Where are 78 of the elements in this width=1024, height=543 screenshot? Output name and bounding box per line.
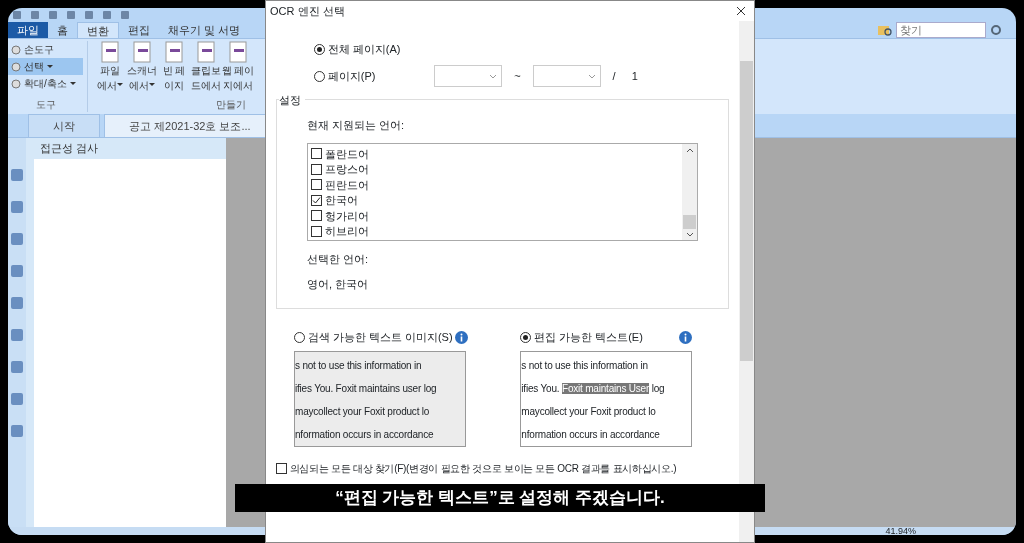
language-item[interactable]: 히브리어 bbox=[311, 223, 679, 239]
option-label: 전체 페이지(A) bbox=[327, 41, 401, 57]
create-button[interactable]: 클립보 드에서 bbox=[190, 41, 222, 93]
scrollbar[interactable] bbox=[682, 144, 697, 240]
document-icon bbox=[226, 41, 250, 63]
list-label: 현재 지원되는 언어: bbox=[307, 117, 406, 133]
chevron-up-icon[interactable] bbox=[685, 148, 694, 153]
radio-button[interactable] bbox=[520, 331, 532, 343]
scrollbar-thumb[interactable] bbox=[740, 61, 753, 361]
create-button[interactable]: 웹 페이 지에서 bbox=[222, 41, 254, 93]
preview-line: ifies You. Foxit maintains user log bbox=[295, 382, 437, 396]
ribbon-tab[interactable]: 파일 bbox=[8, 22, 48, 38]
group-label: 만들기 bbox=[216, 98, 247, 112]
page-total: 1 bbox=[631, 68, 638, 84]
range-separator: ~ bbox=[514, 68, 521, 84]
folder-search-icon[interactable] bbox=[878, 24, 892, 36]
ribbon-tab[interactable]: 변환 bbox=[77, 22, 119, 38]
checkbox[interactable] bbox=[311, 179, 322, 191]
preview-line: nformation occurs in accordance bbox=[521, 428, 660, 442]
create-button[interactable]: 빈 페 이지 bbox=[158, 41, 190, 93]
preview-line: s not to use this information in bbox=[295, 359, 422, 373]
chevron-down-icon[interactable] bbox=[685, 232, 694, 237]
zoom-level: 41.94% bbox=[885, 527, 916, 535]
document-icon bbox=[98, 41, 122, 63]
tool-button[interactable]: 확대/축소 bbox=[8, 75, 83, 92]
group-legend: 설정 bbox=[279, 92, 305, 109]
radio-button[interactable] bbox=[314, 43, 325, 55]
slash: / bbox=[612, 68, 616, 84]
tool-button[interactable]: 손도구 bbox=[8, 41, 83, 58]
document-icon bbox=[162, 41, 186, 63]
preview-line: nformation occurs in accordance bbox=[295, 428, 434, 442]
document-icon bbox=[130, 41, 154, 63]
dialog-title: OCR 엔진 선택 bbox=[270, 3, 345, 19]
scrollbar-thumb[interactable] bbox=[683, 215, 696, 229]
document-tab[interactable]: 시작 bbox=[28, 113, 100, 137]
checkbox[interactable] bbox=[276, 463, 287, 474]
checkbox[interactable] bbox=[311, 210, 322, 222]
radio-button[interactable] bbox=[294, 331, 305, 343]
subtitle-caption: “편집 가능한 텍스트”로 설정해 주겠습니다. bbox=[235, 484, 765, 512]
info-icon[interactable] bbox=[679, 330, 693, 344]
close-icon[interactable] bbox=[736, 6, 746, 16]
language-item[interactable]: 프랑스어 bbox=[311, 161, 679, 177]
selected-languages: 영어, 한국어 bbox=[307, 276, 370, 292]
checkbox[interactable] bbox=[311, 148, 322, 160]
page-dropdown[interactable] bbox=[532, 65, 601, 87]
option-label: 의심되는 모든 대상 찾기(F)(변경이 필요한 것으로 보이는 모든 OCR 결과를 표시하십시오.) bbox=[289, 462, 677, 476]
option-label: 검색 가능한 텍스트 이미지(S) bbox=[307, 330, 453, 345]
language-item[interactable]: 폴란드어 bbox=[311, 146, 679, 162]
info-icon[interactable] bbox=[455, 330, 469, 344]
ribbon-tab[interactable]: 홈 bbox=[48, 22, 77, 38]
settings-icon[interactable] bbox=[990, 24, 1002, 36]
list-label: 선택한 언어: bbox=[307, 252, 370, 267]
scrollbar[interactable] bbox=[739, 21, 754, 542]
preview-line: maycollect your Foxit product lo bbox=[521, 405, 656, 419]
group-label: 도구 bbox=[34, 98, 57, 112]
ribbon-tab[interactable]: 편집 bbox=[119, 22, 159, 38]
search-field[interactable]: 찾기 bbox=[896, 22, 986, 38]
checkbox[interactable] bbox=[311, 163, 322, 175]
language-item[interactable]: 핀란드어 bbox=[311, 177, 679, 193]
option-label: 페이지(P) bbox=[327, 68, 376, 84]
radio-button[interactable] bbox=[314, 70, 325, 82]
tool-button[interactable]: 선택 bbox=[8, 58, 83, 75]
checkbox[interactable] bbox=[311, 194, 322, 206]
ribbon-tab[interactable]: 채우기 및 서명 bbox=[159, 22, 250, 38]
panel-title: 접근성 검사 bbox=[40, 141, 99, 156]
chevron-down-icon[interactable] bbox=[587, 73, 596, 79]
language-item[interactable]: 한국어 bbox=[311, 192, 679, 208]
checkbox[interactable] bbox=[311, 225, 322, 237]
create-button[interactable]: 파일 에서 bbox=[94, 41, 126, 93]
page-dropdown[interactable] bbox=[434, 65, 503, 87]
language-item[interactable]: 헝가리어 bbox=[311, 208, 679, 224]
preview-line: s not to use this information in bbox=[521, 359, 648, 373]
preview-line: maycollect your Foxit product lo bbox=[295, 405, 430, 419]
option-label: 편집 가능한 텍스트(E) bbox=[534, 330, 643, 345]
create-button[interactable]: 스캐너 에서 bbox=[126, 41, 158, 93]
preview-line: ifies You. Foxit maintains User log bbox=[521, 382, 665, 396]
document-icon bbox=[194, 41, 218, 63]
chevron-down-icon[interactable] bbox=[489, 73, 498, 79]
